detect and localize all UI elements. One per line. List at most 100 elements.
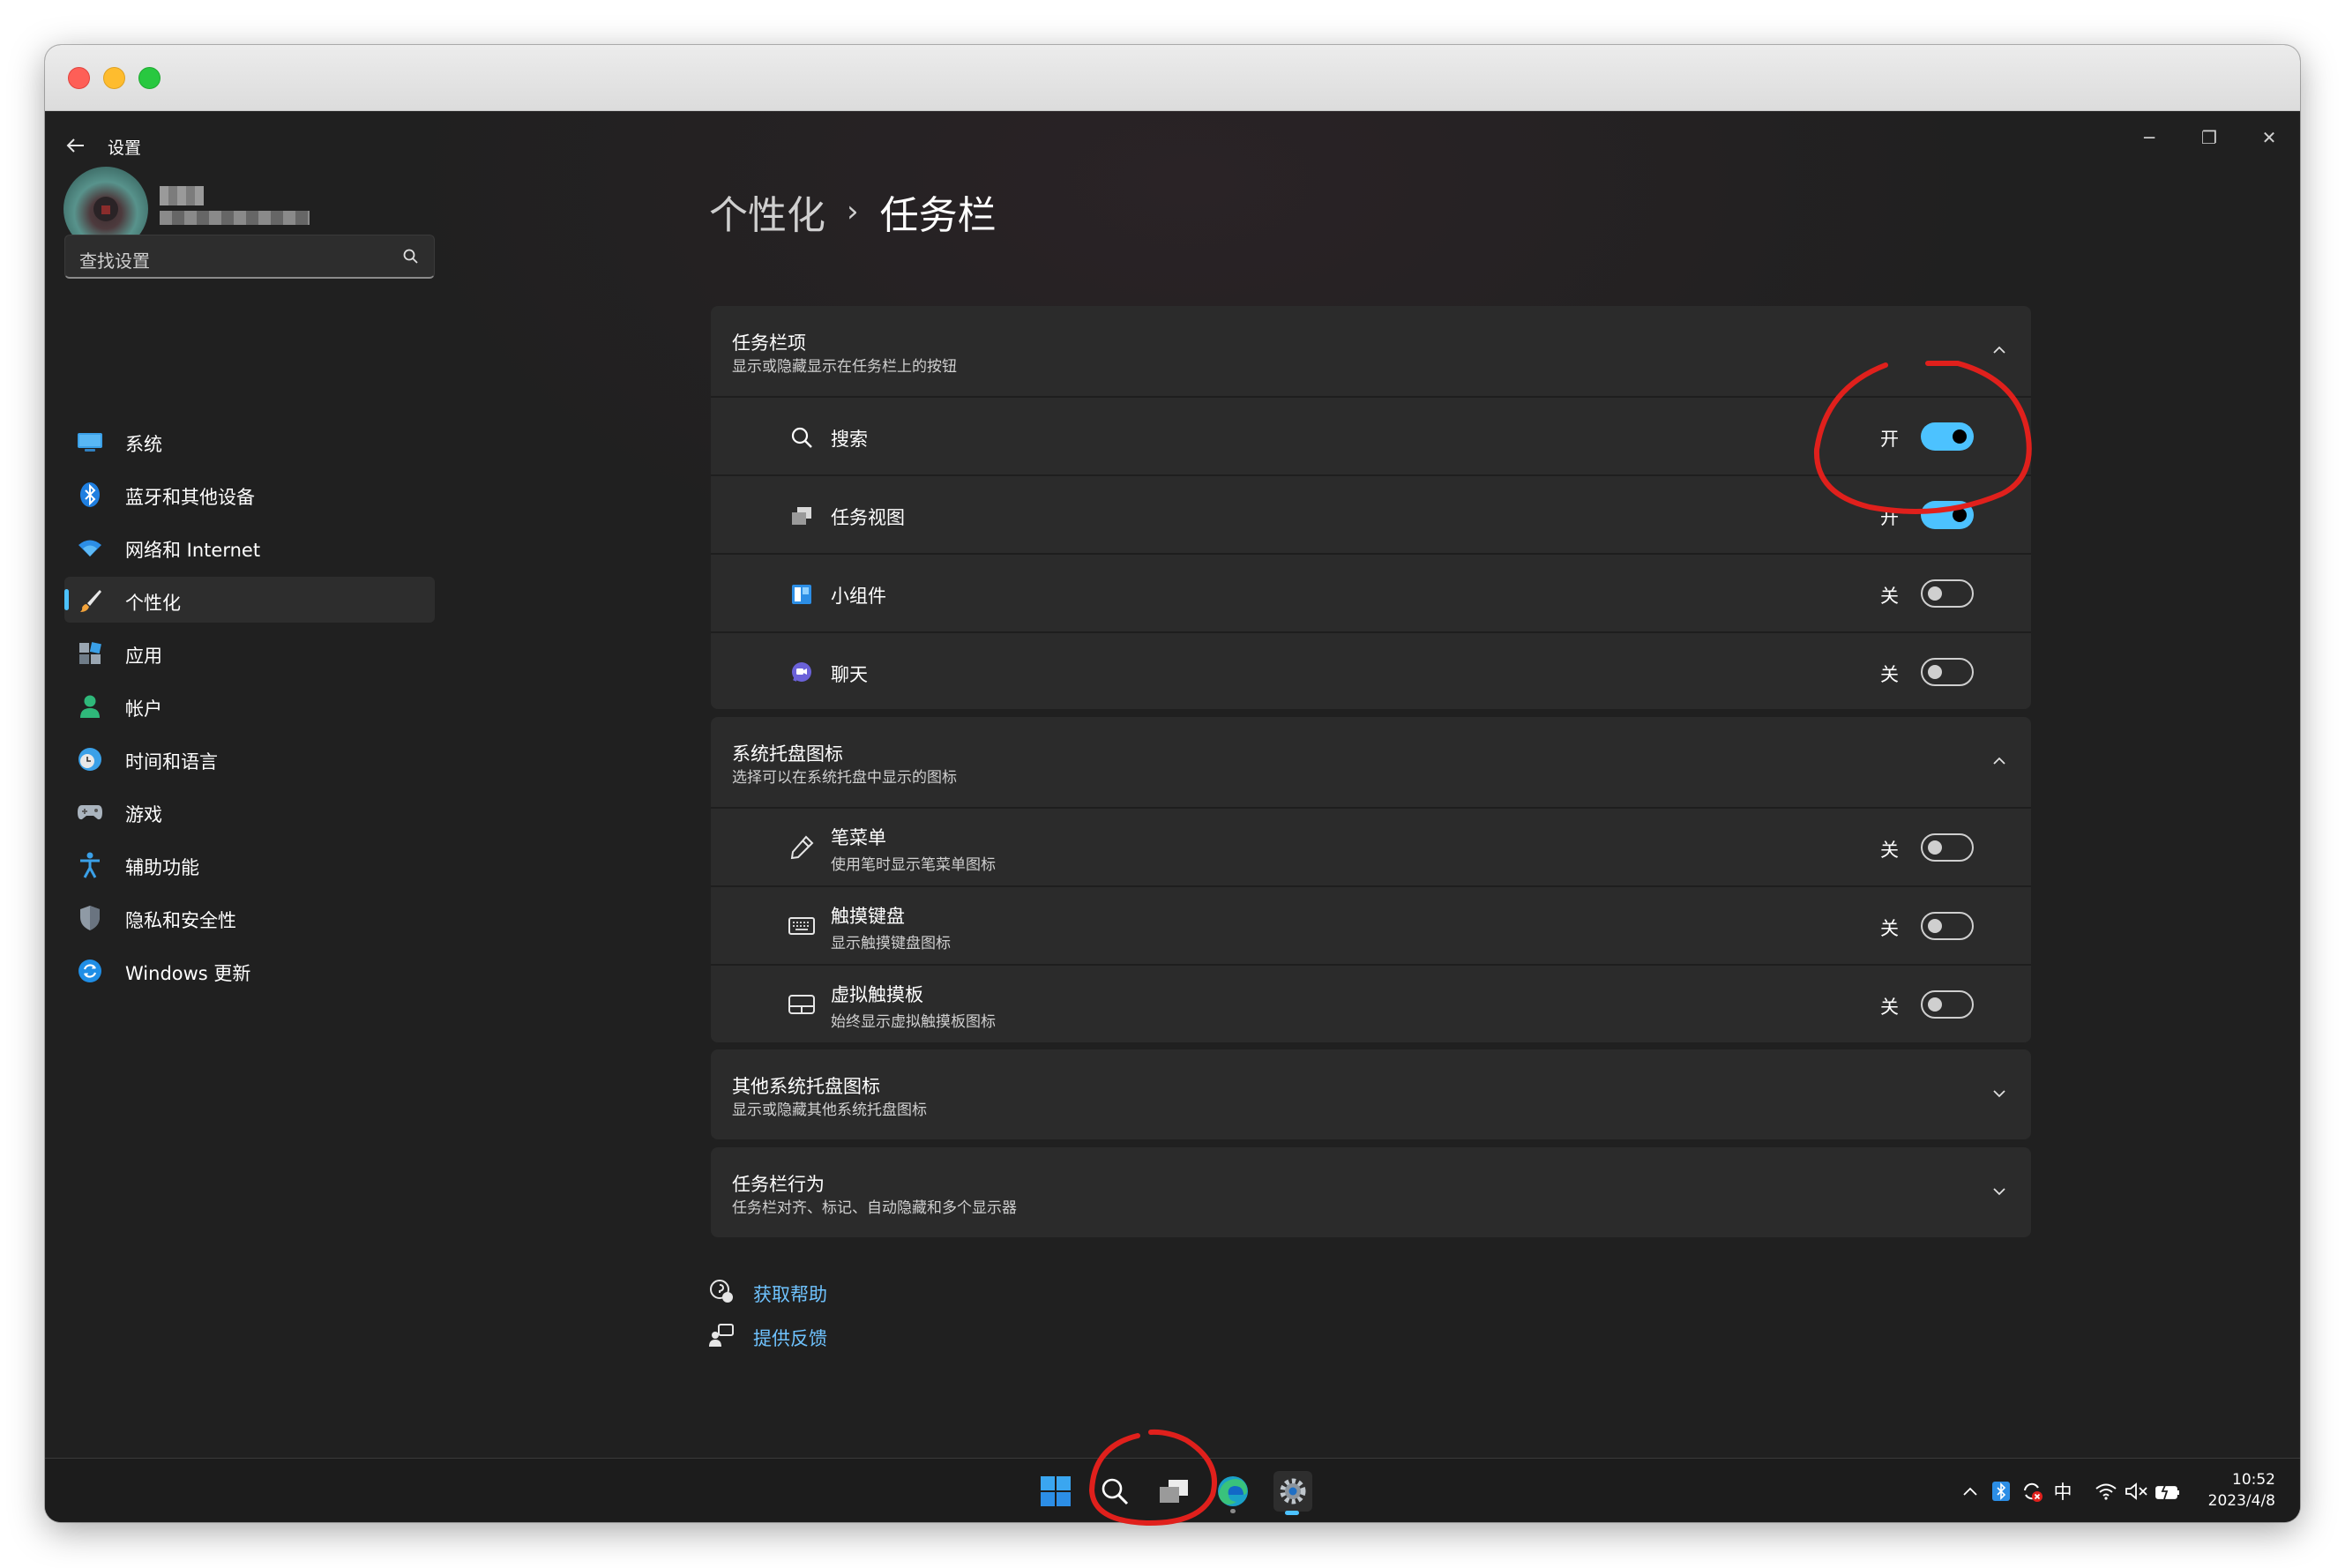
get-help-link[interactable]: 获取帮助 bbox=[753, 1281, 827, 1307]
battery-charging-icon[interactable] bbox=[2155, 1478, 2181, 1505]
group-description: 选择可以在系统托盘中显示的图标 bbox=[732, 769, 957, 787]
taskbar-items-header[interactable]: 任务栏项 显示或隐藏显示在任务栏上的按钮 bbox=[711, 306, 2031, 396]
sidebar-item-network[interactable]: 网络和 Internet bbox=[64, 524, 435, 570]
task-view-toggle[interactable] bbox=[1921, 501, 1974, 529]
chat-icon bbox=[788, 660, 815, 686]
sidebar-item-label: 系统 bbox=[125, 434, 162, 455]
sidebar-item-gaming[interactable]: 游戏 bbox=[64, 788, 435, 834]
display-icon bbox=[77, 429, 103, 455]
taskbar-search-icon[interactable] bbox=[1096, 1473, 1133, 1510]
sidebar-item-personalization[interactable]: 个性化 bbox=[64, 577, 435, 623]
person-icon bbox=[77, 693, 103, 720]
setting-row-chat: 聊天 关 bbox=[711, 631, 2031, 709]
row-description: 使用笔时显示笔菜单图标 bbox=[831, 856, 996, 874]
search-icon bbox=[402, 248, 420, 265]
bluetooth-tray-icon[interactable] bbox=[1988, 1478, 2014, 1505]
apps-icon bbox=[77, 640, 103, 667]
sidebar-item-time-language[interactable]: 时间和语言 bbox=[64, 735, 435, 781]
sidebar-item-label: 辅助功能 bbox=[125, 857, 199, 878]
tray-icons-header[interactable]: 系统托盘图标 选择可以在系统托盘中显示的图标 bbox=[711, 717, 2031, 807]
sidebar-item-apps[interactable]: 应用 bbox=[64, 630, 435, 676]
toggle-state-label: 关 bbox=[1880, 840, 1899, 861]
user-name-redacted bbox=[160, 186, 204, 205]
sidebar-item-label: Windows 更新 bbox=[125, 963, 251, 984]
sidebar-item-accessibility[interactable]: 辅助功能 bbox=[64, 841, 435, 887]
chevron-down-icon bbox=[1989, 1083, 2010, 1104]
clock[interactable]: 10:52 2023/4/8 bbox=[2208, 1469, 2275, 1512]
taskbar-behaviors-header[interactable]: 任务栏行为 任务栏对齐、标记、自动隐藏和多个显示器 bbox=[711, 1147, 2031, 1237]
toggle-state-label: 开 bbox=[1880, 429, 1899, 450]
show-hidden-icons-chevron-icon[interactable] bbox=[1957, 1478, 1983, 1505]
chevron-up-icon bbox=[1989, 340, 2010, 361]
sidebar-item-windows-update[interactable]: Windows 更新 bbox=[64, 947, 435, 993]
toggle-state-label: 关 bbox=[1880, 664, 1899, 685]
row-label: 搜索 bbox=[831, 429, 868, 450]
group-description: 显示或隐藏其他系统托盘图标 bbox=[732, 1101, 927, 1119]
close-traffic-light[interactable] bbox=[68, 67, 90, 89]
search-toggle[interactable] bbox=[1921, 422, 1974, 451]
toggle-state-label: 关 bbox=[1880, 997, 1899, 1018]
minimize-traffic-light[interactable] bbox=[103, 67, 125, 89]
touch-keyboard-toggle[interactable] bbox=[1921, 912, 1974, 940]
page-title: 任务栏 bbox=[879, 193, 997, 238]
touchpad-icon bbox=[788, 991, 815, 1018]
sidebar-item-label: 帐户 bbox=[125, 698, 162, 720]
active-indicator bbox=[1285, 1511, 1299, 1515]
maximize-button[interactable]: ❐ bbox=[2189, 123, 2229, 152]
taskbar-behaviors-group[interactable]: 任务栏行为 任务栏对齐、标记、自动隐藏和多个显示器 bbox=[711, 1147, 2031, 1237]
user-email-redacted bbox=[160, 211, 310, 225]
brush-icon bbox=[77, 587, 103, 614]
volume-muted-icon[interactable] bbox=[2124, 1478, 2150, 1505]
chat-toggle[interactable] bbox=[1921, 658, 1974, 686]
pen-menu-toggle[interactable] bbox=[1921, 833, 1974, 862]
widgets-toggle[interactable] bbox=[1921, 579, 1974, 608]
sidebar-item-bluetooth[interactable]: 蓝牙和其他设备 bbox=[64, 471, 435, 517]
minimize-button[interactable]: ─ bbox=[2129, 123, 2169, 152]
start-button[interactable] bbox=[1037, 1473, 1074, 1510]
wifi-icon bbox=[77, 534, 103, 561]
sidebar-item-accounts[interactable]: 帐户 bbox=[64, 683, 435, 728]
setting-row-widgets: 小组件 关 bbox=[711, 553, 2031, 631]
sidebar-item-privacy[interactable]: 隐私和安全性 bbox=[64, 894, 435, 940]
toggle-state-label: 开 bbox=[1880, 507, 1899, 528]
virtual-touchpad-toggle[interactable] bbox=[1921, 990, 1974, 1019]
breadcrumb: 个性化 › 任务栏 bbox=[709, 183, 997, 240]
row-label: 任务视图 bbox=[831, 507, 905, 528]
gamepad-icon bbox=[77, 799, 103, 825]
chevron-up-icon bbox=[1989, 750, 2010, 772]
group-title: 其他系统托盘图标 bbox=[732, 1076, 880, 1097]
toggle-state-label: 关 bbox=[1880, 918, 1899, 939]
taskbar: 中 10:52 2023/4/8 bbox=[45, 1458, 2300, 1522]
settings-app-icon[interactable] bbox=[1273, 1471, 1312, 1515]
group-title: 任务栏项 bbox=[732, 332, 806, 354]
group-description: 显示或隐藏显示在任务栏上的按钮 bbox=[732, 358, 957, 376]
sidebar-item-label: 蓝牙和其他设备 bbox=[125, 487, 255, 508]
search-input[interactable]: 查找设置 bbox=[64, 235, 435, 279]
ime-indicator[interactable]: 中 bbox=[2050, 1478, 2076, 1505]
edge-browser-icon[interactable] bbox=[1214, 1473, 1251, 1513]
breadcrumb-parent[interactable]: 个性化 bbox=[709, 183, 825, 240]
settings-window: ─ ❐ ✕ 设置 查找设置 系统 蓝牙和其他设备 网络和 Internet 个性… bbox=[45, 111, 2300, 1522]
zoom-traffic-light[interactable] bbox=[138, 67, 161, 89]
other-tray-icons-header[interactable]: 其他系统托盘图标 显示或隐藏其他系统托盘图标 bbox=[711, 1049, 2031, 1139]
clock-time: 10:52 bbox=[2232, 1471, 2275, 1489]
group-title: 系统托盘图标 bbox=[732, 743, 843, 765]
active-indicator bbox=[64, 589, 69, 610]
back-arrow-icon[interactable] bbox=[61, 131, 91, 161]
mac-titlebar bbox=[45, 45, 2300, 111]
sync-icon bbox=[77, 958, 103, 984]
row-description: 显示触摸键盘图标 bbox=[831, 935, 951, 952]
sync-error-tray-icon[interactable] bbox=[2019, 1478, 2045, 1505]
other-tray-icons-group[interactable]: 其他系统托盘图标 显示或隐藏其他系统托盘图标 bbox=[711, 1049, 2031, 1139]
taskbar-items-group: 任务栏项 显示或隐藏显示在任务栏上的按钮 搜索 开 任务视图 开 小组件 关 聊… bbox=[711, 306, 2031, 709]
give-feedback-link[interactable]: 提供反馈 bbox=[753, 1325, 827, 1351]
taskbar-task-view-icon[interactable] bbox=[1155, 1473, 1192, 1510]
widgets-icon bbox=[788, 581, 815, 608]
wifi-tray-icon[interactable] bbox=[2093, 1478, 2119, 1505]
pen-icon bbox=[788, 834, 815, 861]
sidebar-item-system[interactable]: 系统 bbox=[64, 418, 435, 464]
row-label: 笔菜单 bbox=[831, 827, 886, 848]
setting-row-virtual-touchpad: 虚拟触摸板 始终显示虚拟触摸板图标 关 bbox=[711, 964, 2031, 1042]
close-button[interactable]: ✕ bbox=[2249, 123, 2289, 152]
tray-icons-group: 系统托盘图标 选择可以在系统托盘中显示的图标 笔菜单 使用笔时显示笔菜单图标 关 bbox=[711, 717, 2031, 1042]
